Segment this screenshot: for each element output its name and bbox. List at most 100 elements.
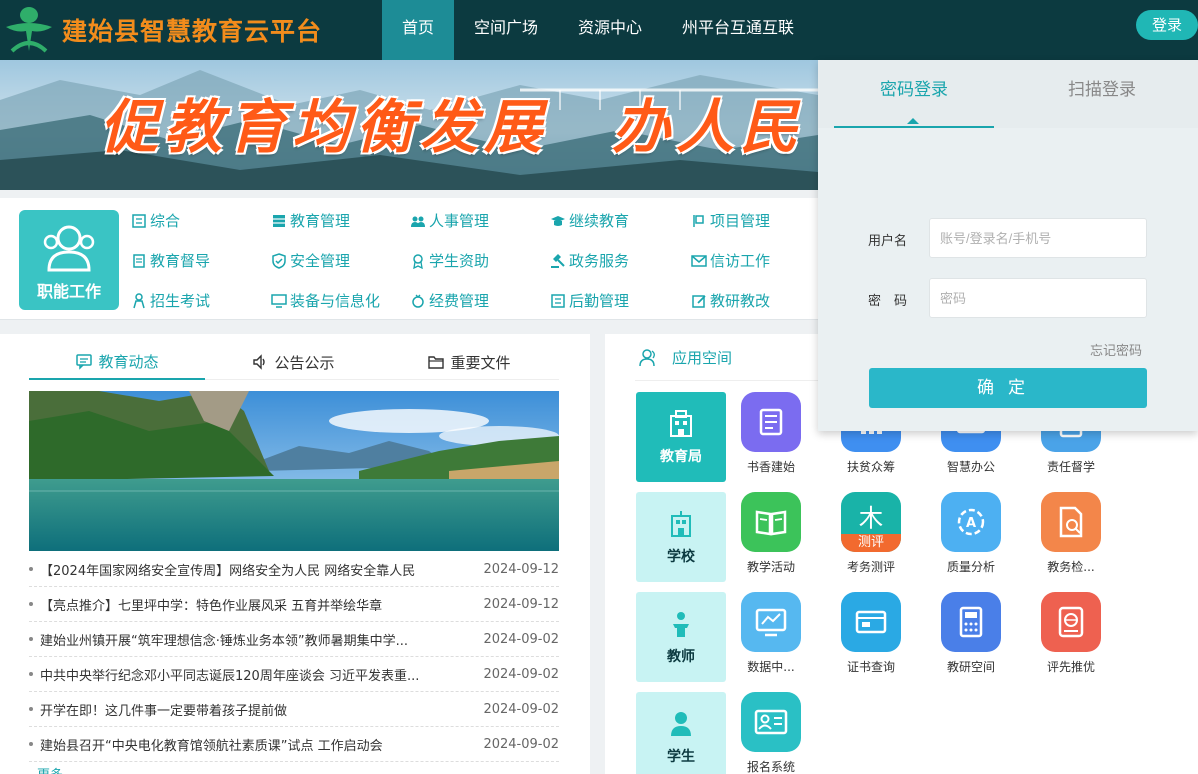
top-navigation-bar: 建始县智慧教育云平台 首页 空间广场 资源中心 州平台互通互联 登录 [0, 0, 1198, 60]
news-title: 中共中央举行纪念邓小平同志诞辰120周年座谈会 习近平发表重... [40, 668, 420, 684]
news-date: 2024-09-02 [483, 631, 559, 647]
function-link-project-management[interactable]: 项目管理 [691, 210, 770, 231]
app-label: 教务检... [1047, 560, 1095, 574]
news-title: 开学在即！这几件事一定要带着孩子提前做 [40, 703, 288, 719]
app-label: 责任督学 [1046, 460, 1095, 474]
site-logo[interactable]: 建始县智慧教育云平台 [0, 0, 322, 60]
function-link-education-supervision[interactable]: 教育督导 [131, 250, 210, 271]
function-work-label: 职能工作 [36, 282, 101, 301]
building-icon [670, 410, 692, 437]
function-link-equipment-informatization[interactable]: 装备与信息化 [271, 290, 380, 311]
coins-icon [412, 294, 424, 308]
function-link-personnel-management[interactable]: 人事管理 [410, 210, 489, 231]
app-label: 书香建始 [746, 460, 795, 474]
bullet [29, 567, 33, 571]
nav-platform-interconnect[interactable]: 州平台互通互联 [662, 0, 814, 60]
function-link-student-aid[interactable]: 学生资助 [410, 250, 489, 271]
app-label: 报名系统 [746, 760, 795, 774]
function-link-government-service[interactable]: 政务服务 [550, 250, 629, 271]
function-link-label: 教研教改 [710, 292, 771, 310]
role-teacher[interactable]: 教师 [636, 592, 726, 682]
people-outline-icon [639, 348, 655, 366]
function-link-label: 装备与信息化 [290, 292, 381, 310]
nav-resource-center[interactable]: 资源中心 [558, 0, 662, 60]
bullet [29, 707, 33, 711]
news-item[interactable]: 建始县召开“中央电化教育馆领航社素质课”试点 工作启动会 2024-09-02 [29, 727, 559, 762]
news-item[interactable]: 【亮点推介】七里坪中学：特色作业展风采 五育并举绘华章 2024-09-12 [29, 587, 559, 622]
forgot-password-link[interactable]: 忘记密码 [1090, 340, 1142, 359]
news-title: 【2024年国家网络安全宣传周】网络安全为人民 网络安全靠人民 [40, 563, 416, 579]
app-label: 教学活动 [746, 560, 795, 574]
person-icon [133, 292, 145, 308]
function-links-grid: 综合 教育管理 人事管理 继续教育 项目管理教育督导 安全管理 学生资助 政务服务 信访工作招生… [131, 208, 831, 318]
nav-home[interactable]: 首页 [382, 0, 455, 60]
function-link-enrollment-exam[interactable]: 招生考试 [131, 290, 210, 311]
function-link-logistics-management[interactable]: 后勤管理 [550, 290, 629, 311]
file-search-icon [1041, 492, 1101, 552]
logo-mark-icon [6, 7, 52, 53]
news-item[interactable]: 【2024年国家网络安全宣传周】网络安全为人民 网络安全靠人民 2024-09-1… [29, 552, 559, 587]
main-nav: 首页 空间广场 资源中心 州平台互通互联 [382, 0, 814, 60]
function-link-education-management[interactable]: 教育管理 [271, 210, 350, 231]
news-date: 2024-09-12 [483, 596, 559, 612]
bullet [29, 602, 33, 606]
app-academic-inspection[interactable]: 教务检... [1026, 492, 1116, 575]
globe-icon [1041, 592, 1101, 652]
speaker-icon [253, 354, 266, 370]
news-date: 2024-09-02 [483, 701, 559, 717]
function-work-card[interactable]: 职能工作 [19, 210, 119, 310]
function-link-safety-management[interactable]: 安全管理 [271, 250, 350, 271]
news-item[interactable]: 中共中央举行纪念邓小平同志诞辰120周年座谈会 习近平发表重... 2024-09… [29, 657, 559, 692]
login-button[interactable]: 登录 [1136, 10, 1198, 40]
news-item[interactable]: 开学在即！这几件事一定要带着孩子提前做 2024-09-02 [29, 692, 559, 727]
password-input[interactable] [929, 278, 1147, 318]
app-certificate-query[interactable]: 证书查询 [826, 592, 916, 675]
app-teaching-activity[interactable]: 教学活动 [726, 492, 816, 575]
app-research-space[interactable]: 教研空间 [926, 592, 1016, 675]
login-tabs: 密码登录 扫描登录 [818, 60, 1198, 128]
function-link-teaching-research[interactable]: 教研教改 [691, 290, 770, 311]
role-student[interactable]: 学生 [636, 692, 726, 774]
function-link-label: 综合 [150, 212, 181, 230]
tab-scan-login[interactable]: 扫描登录 [1022, 60, 1182, 128]
app-exam-evaluation[interactable]: 木测评 考务测评 [826, 492, 916, 575]
function-link-label: 学生资助 [429, 252, 490, 270]
tab-important-files[interactable]: 重要文件 [381, 344, 557, 380]
app-quality-analysis[interactable]: A 质量分析 [926, 492, 1016, 575]
bullet [29, 637, 33, 641]
app-excellence-recommendation[interactable]: 评先推优 [1026, 592, 1116, 675]
news-date: 2024-09-02 [483, 666, 559, 682]
app-registration-system[interactable]: 报名系统 [726, 692, 816, 774]
function-link-label: 政务服务 [569, 252, 630, 270]
function-link-label: 人事管理 [429, 212, 490, 230]
teacher-icon [673, 612, 689, 637]
function-link-funds-management[interactable]: 经费管理 [410, 290, 489, 311]
confirm-button[interactable]: 确定 [869, 368, 1147, 408]
news-item[interactable]: 建始业州镇开展“筑牢理想信念·锤炼业务本领”教师暑期集中学... 2024-09-… [29, 622, 559, 657]
award-icon [413, 253, 423, 269]
function-link-continuing-education[interactable]: 继续教育 [550, 210, 629, 231]
news-title: 【亮点推介】七里坪中学：特色作业展风采 五育并举绘华章 [40, 598, 383, 614]
login-popup: 密码登录 扫描登录 用户名 密 码 忘记密码 确定 [818, 60, 1198, 431]
function-link-general[interactable]: 综合 [131, 210, 180, 231]
role-school[interactable]: 学校 [636, 492, 726, 582]
clipboard-icon [133, 253, 145, 268]
app-label: 教研空间 [946, 660, 995, 674]
function-link-petition-work[interactable]: 信访工作 [691, 250, 770, 271]
app-label: 扶贫众筹 [846, 460, 895, 474]
app-data-center[interactable]: 数据中... [726, 592, 816, 675]
tab-education-news[interactable]: 教育动态 [29, 344, 205, 380]
username-input[interactable] [929, 218, 1147, 258]
exam-icon: 木测评 [841, 492, 901, 552]
exam-badge: 测评 [841, 534, 901, 552]
app-label: 智慧办公 [946, 460, 995, 474]
nav-space-square[interactable]: 空间广场 [454, 0, 558, 60]
app-scholarly-jianshi[interactable]: 书香建始 [726, 392, 816, 475]
flag-icon [693, 214, 704, 227]
tab-announcements[interactable]: 公告公示 [205, 344, 381, 380]
certificate-icon [841, 592, 901, 652]
role-education-bureau[interactable]: 教育局 [636, 392, 726, 482]
more-link[interactable]: 更多 [37, 764, 63, 774]
news-featured-image[interactable] [29, 391, 559, 551]
table-icon [273, 214, 285, 227]
